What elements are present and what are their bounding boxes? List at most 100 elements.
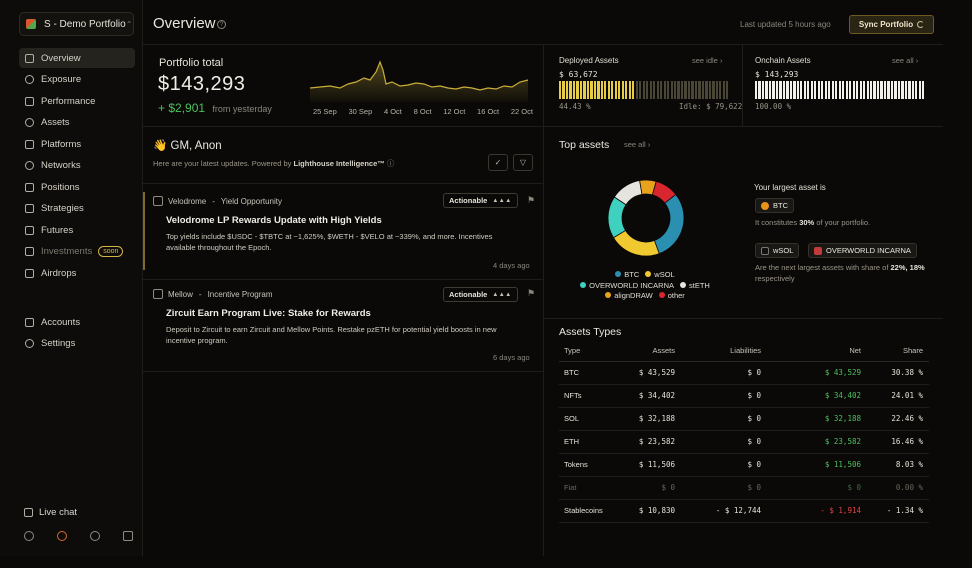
bar-segment (838, 81, 841, 99)
legend-item[interactable]: OVERWORLD INCARNA (580, 281, 674, 290)
card-source: Mellow - Incentive Program (153, 289, 273, 299)
portfolio-selector[interactable]: S - Demo Portfolio ⌃ (19, 12, 134, 36)
sidebar-item-settings[interactable]: Settings (19, 334, 135, 354)
card-category: Yield Opportunity (220, 196, 282, 206)
sidebar-item-networks[interactable]: Networks (19, 156, 135, 176)
divider (543, 44, 544, 556)
donut-slice-btc[interactable] (653, 193, 685, 255)
sidebar: S - Demo Portfolio ⌃ Overview Exposure P… (0, 0, 143, 556)
mark-read-button[interactable]: ✓ (488, 154, 508, 171)
table-row[interactable]: Stablecoins $ 10,830- $ 12,744- $ 1,914- … (559, 499, 929, 523)
flag-icon[interactable]: ⚑ (527, 288, 535, 299)
bar-segment (883, 81, 887, 99)
gift-icon (25, 268, 34, 278)
table-header-row: Type Assets Liabilities Net Share (559, 341, 929, 362)
sidebar-item-investments[interactable]: Investments soon (19, 242, 135, 262)
change-suffix: from yesterday (212, 104, 272, 114)
largest-asset-chip[interactable]: BTC (755, 198, 794, 213)
page-title: Overview (153, 15, 216, 32)
column-header[interactable]: Liabilities (681, 341, 767, 362)
legend-item[interactable]: stETH (680, 281, 710, 290)
info-icon[interactable]: ⓘ (387, 159, 395, 168)
cell-liabilities: $ 0 (681, 430, 767, 454)
cell-share: 8.03 % (867, 453, 929, 477)
sidebar-item-platforms[interactable]: Platforms (19, 134, 135, 154)
cell-net: $ 0 (767, 476, 867, 500)
bar-segment (593, 81, 597, 99)
chevron-updown-icon: ⌃ (125, 19, 133, 29)
sidebar-item-label: Strategies (41, 203, 84, 214)
flag-icon[interactable]: ⚑ (527, 195, 535, 206)
overworld-icon (814, 246, 822, 255)
filter-icon: ▽ (519, 158, 527, 167)
table-row[interactable]: Fiat $ 0 $ 0 $ 0 0.00 % (559, 476, 929, 500)
bar-segment (569, 81, 572, 99)
live-chat-button[interactable]: Live chat (24, 507, 77, 518)
sidebar-item-futures[interactable]: Futures (19, 220, 135, 240)
table-row[interactable]: ETH $ 23,582 $ 0 $ 23,582 16.46 % (559, 430, 929, 454)
next-asset-chip[interactable]: OVERWORLD INCARNA (808, 243, 917, 258)
donut-slice-wsol[interactable] (612, 229, 660, 257)
card-source: Velodrome - Yield Opportunity (153, 196, 282, 206)
table-row[interactable]: Tokens $ 11,506 $ 0 $ 11,506 8.03 % (559, 453, 929, 477)
portfolio-total-label: Portfolio total (159, 57, 224, 69)
sidebar-item-performance[interactable]: Performance (19, 91, 135, 111)
column-header[interactable]: Assets (629, 341, 681, 362)
table-row[interactable]: BTC $ 43,529 $ 0 $ 43,529 30.38 % (559, 361, 929, 385)
info-icon[interactable]: ? (217, 20, 226, 29)
sidebar-item-label: Investments (41, 246, 93, 257)
bar-segment (719, 81, 722, 99)
next-asset-chip[interactable]: wSOL (755, 243, 800, 258)
network-icon (25, 161, 34, 170)
sidebar-item-overview[interactable]: Overview (19, 48, 135, 68)
sync-portfolio-button[interactable]: Sync Portfolio (849, 15, 934, 34)
sidebar-item-label: Futures (41, 224, 74, 236)
table-row[interactable]: SOL $ 32,188 $ 0 $ 32,188 22.46 % (559, 407, 929, 431)
column-header[interactable]: Net (767, 341, 867, 362)
card-time: 6 days ago (493, 353, 530, 362)
actionable-badge[interactable]: Actionable ▲▲▲ (443, 193, 518, 208)
top-assets-donut-chart (607, 179, 685, 257)
sidebar-item-label: Overview (41, 52, 81, 64)
bar-segment (663, 81, 666, 99)
card-source-name: Mellow (168, 289, 193, 299)
see-all-label: see all (624, 140, 646, 149)
sidebar-item-airdrops[interactable]: Airdrops (19, 263, 135, 283)
sidebar-nav: Overview Exposure Performance Assets Pla… (19, 48, 135, 285)
bar-segment (694, 81, 698, 99)
idle-value: Idle: $ 79,622 (679, 102, 743, 111)
list-icon (25, 182, 34, 192)
eye-icon[interactable] (24, 531, 34, 541)
sidebar-item-assets[interactable]: Assets (19, 113, 135, 133)
filter-button[interactable]: ▽ (513, 154, 533, 171)
velodrome-icon (153, 196, 163, 206)
legend-item[interactable]: BTC (615, 270, 639, 279)
bar-segment (880, 81, 883, 99)
sidebar-item-label: Accounts (41, 316, 81, 328)
bar-segment (632, 81, 635, 99)
sun-icon[interactable] (57, 531, 67, 541)
table-row[interactable]: NFTs $ 34,402 $ 0 $ 34,402 24.01 % (559, 384, 929, 408)
cell-net: $ 32,188 (767, 407, 867, 431)
check-circle-icon: ✓ (494, 158, 502, 167)
column-header[interactable]: Type (559, 341, 629, 362)
top-assets-see-all-link[interactable]: see all › (624, 140, 650, 149)
sidebar-footer-icons (24, 531, 133, 541)
actionable-badge[interactable]: Actionable ▲▲▲ (443, 287, 518, 302)
date-label: 16 Oct (477, 107, 500, 116)
sidebar-item-exposure[interactable]: Exposure (19, 70, 135, 90)
legend-item[interactable]: wSOL (645, 270, 675, 279)
note-text: Are the next largest assets with share o… (755, 263, 889, 272)
column-header[interactable]: Share (867, 341, 929, 362)
cell-share: - 1.34 % (867, 499, 929, 523)
sidebar-item-accounts[interactable]: Accounts (19, 312, 135, 332)
see-idle-link[interactable]: see idle › (692, 56, 722, 65)
legend-item[interactable]: other (658, 291, 685, 300)
sidebar-item-strategies[interactable]: Strategies (19, 199, 135, 219)
help-icon[interactable] (90, 531, 100, 541)
sidebar-item-positions[interactable]: Positions (19, 177, 135, 197)
laptop-icon[interactable] (123, 531, 133, 541)
see-all-onchain-link[interactable]: see all › (892, 56, 918, 65)
legend-label: alignDRAW (614, 291, 653, 300)
legend-item[interactable]: alignDRAW (605, 291, 653, 300)
